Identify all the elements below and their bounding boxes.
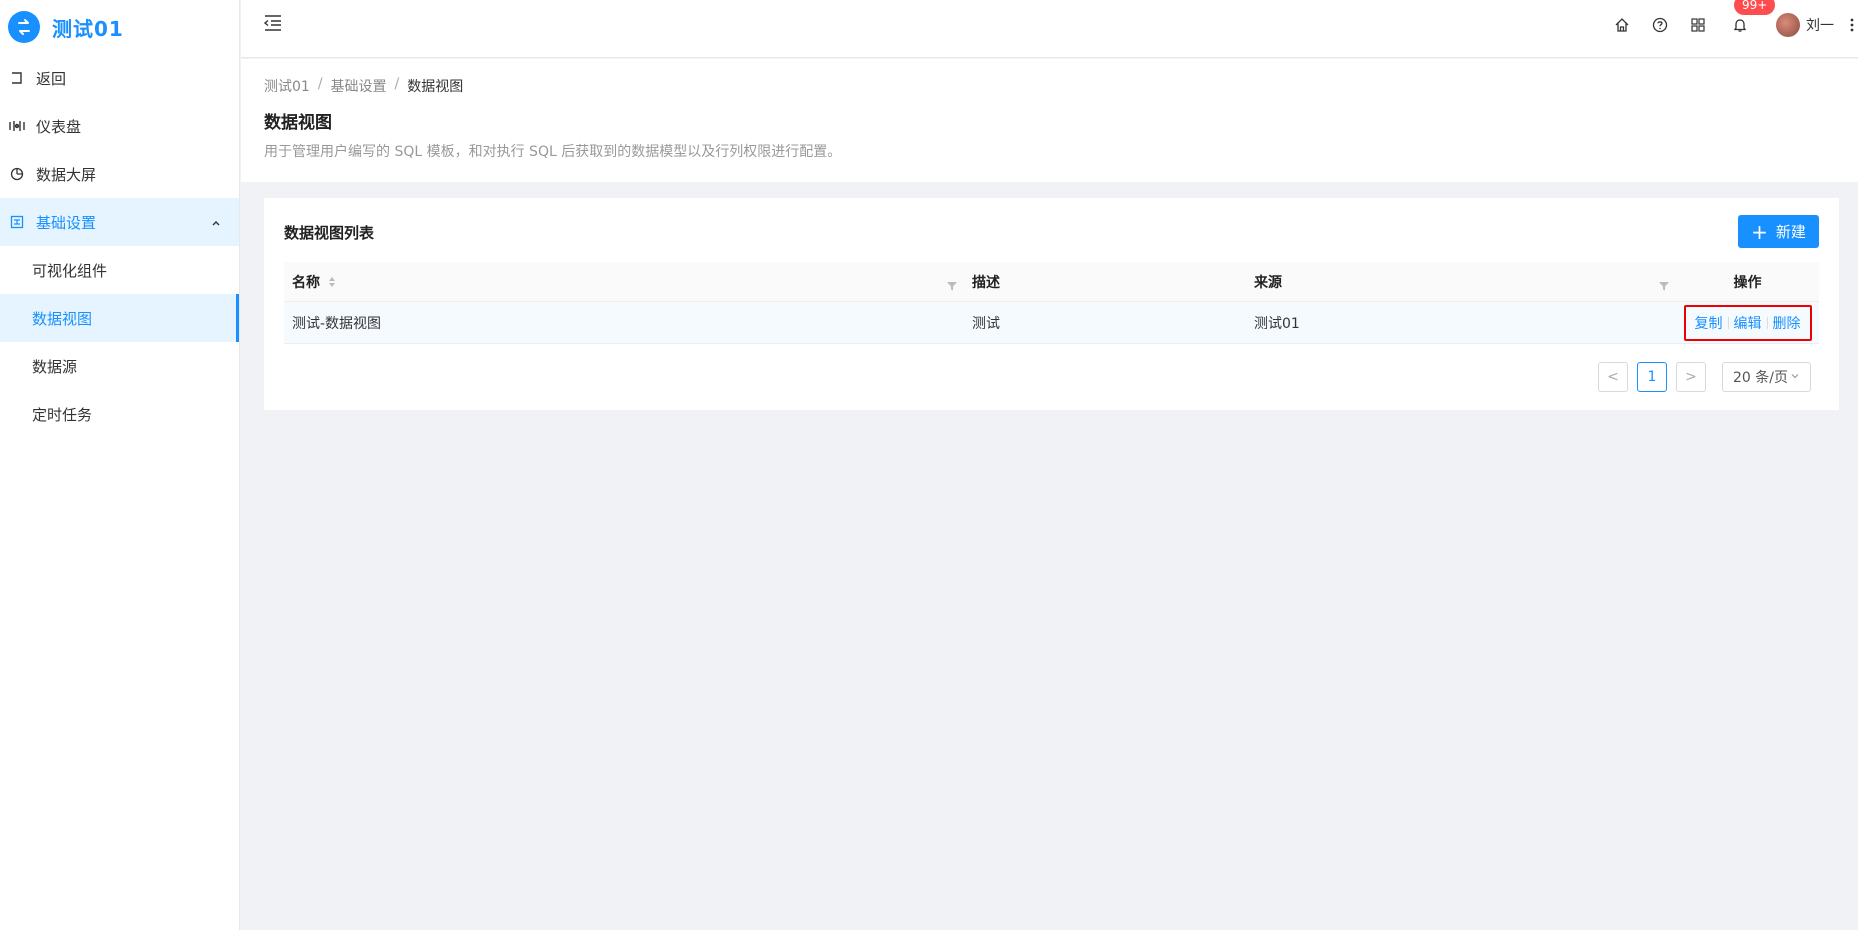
sidebar-item-label: 返回	[36, 69, 67, 88]
chevron-right-icon: >	[1685, 369, 1697, 385]
breadcrumb-separator: /	[317, 76, 323, 92]
sidebar: 测试01 返回 仪表盘 数据大屏 基础设置 可视化组件 数据视图 数据源 定时任…	[0, 0, 240, 930]
cell-actions: 复制 编辑 删除	[1676, 304, 1819, 341]
dashboard-icon	[8, 117, 26, 135]
sidebar-item-big-screen[interactable]: 数据大屏	[0, 150, 239, 198]
prev-page-button[interactable]: <	[1598, 362, 1628, 392]
column-header-label: 来源	[1254, 274, 1282, 291]
top-header: 99+ 刘一	[241, 0, 1858, 58]
breadcrumb-link[interactable]: 测试01	[264, 76, 310, 96]
table-row[interactable]: 测试-数据视图 测试 测试01 复制 编辑 删除	[284, 302, 1819, 344]
delete-link[interactable]: 删除	[1768, 313, 1806, 333]
sidebar-subitem-label: 数据视图	[32, 309, 93, 328]
notification-badge: 99+	[1734, 0, 1776, 15]
app-title: 测试01	[52, 16, 124, 41]
breadcrumb: 测试01 / 基础设置 / 数据视图	[264, 76, 463, 96]
column-header-name[interactable]: 名称	[284, 272, 964, 292]
page-title: 数据视图	[264, 113, 332, 133]
username[interactable]: 刘一	[1806, 15, 1834, 35]
column-header-source[interactable]: 来源	[1246, 272, 1676, 292]
page-description: 用于管理用户编写的 SQL 模板，和对执行 SQL 后获取到的数据模型以及行列权…	[264, 144, 842, 160]
card-title: 数据视图列表	[284, 224, 375, 242]
chevron-left-icon: <	[1607, 369, 1619, 385]
page-size-select[interactable]: 20 条/页	[1722, 362, 1811, 392]
sidebar-item-label: 基础设置	[36, 213, 97, 232]
plus-icon: +	[1751, 219, 1768, 244]
help-icon[interactable]	[1650, 15, 1670, 35]
menu-fold-icon[interactable]	[263, 13, 283, 33]
sidebar-subitem-label: 定时任务	[32, 405, 93, 424]
sidebar-item-scheduled-tasks[interactable]: 定时任务	[0, 390, 239, 438]
sidebar-subitem-label: 数据源	[32, 357, 78, 376]
sidebar-item-basic-settings[interactable]: 基础设置	[0, 198, 239, 246]
page-header: 测试01 / 基础设置 / 数据视图 数据视图 用于管理用户编写的 SQL 模板…	[241, 59, 1858, 182]
more-vertical-icon[interactable]	[1848, 15, 1856, 35]
exit-icon	[8, 69, 26, 87]
logo-icon	[8, 11, 40, 43]
bell-icon[interactable]: 99+	[1730, 0, 1776, 35]
table-header: 名称 描述 来源 操作	[284, 262, 1819, 302]
breadcrumb-link[interactable]: 基础设置	[331, 76, 387, 96]
sidebar-item-data-view[interactable]: 数据视图	[0, 294, 239, 342]
filter-icon[interactable]	[1658, 280, 1670, 296]
data-view-list-card: 数据视图列表 + 新建 名称 描述 来源 操作 测试-数据视图 测试 测试01 …	[264, 198, 1839, 410]
sidebar-item-dashboard[interactable]: 仪表盘	[0, 102, 239, 150]
apps-grid-icon[interactable]	[1688, 15, 1708, 35]
new-button-label: 新建	[1775, 223, 1806, 241]
cell-desc: 测试	[972, 315, 1000, 332]
page-size-value: 20 条/页	[1733, 370, 1788, 386]
avatar[interactable]	[1776, 13, 1800, 37]
sidebar-item-label: 仪表盘	[36, 117, 82, 136]
row-actions-highlight: 复制 编辑 删除	[1683, 304, 1812, 341]
sidebar-item-label: 数据大屏	[36, 165, 97, 184]
sidebar-item-visual-components[interactable]: 可视化组件	[0, 246, 239, 294]
app-logo[interactable]: 测试01	[0, 0, 239, 54]
pie-icon	[8, 165, 26, 183]
cell-source: 测试01	[1254, 315, 1300, 332]
breadcrumb-current: 数据视图	[407, 79, 464, 95]
settings-grid-icon	[8, 213, 26, 231]
breadcrumb-separator: /	[394, 76, 400, 92]
filter-icon[interactable]	[946, 280, 958, 296]
copy-link[interactable]: 复制	[1690, 313, 1728, 333]
column-header-actions: 操作	[1733, 274, 1762, 291]
next-page-button[interactable]: >	[1676, 362, 1706, 392]
sidebar-subitem-label: 可视化组件	[32, 261, 108, 280]
pagination: < 1 > 20 条/页	[1589, 362, 1811, 392]
sidebar-item-back[interactable]: 返回	[0, 54, 239, 102]
sort-icon[interactable]	[328, 276, 336, 288]
chevron-up-icon	[211, 214, 221, 232]
header-actions: 99+ 刘一	[1594, 0, 1858, 50]
column-header-label: 名称	[292, 274, 320, 291]
sidebar-item-data-source[interactable]: 数据源	[0, 342, 239, 390]
new-button[interactable]: + 新建	[1738, 215, 1819, 248]
chevron-down-icon	[1790, 369, 1800, 385]
cell-name: 测试-数据视图	[292, 315, 382, 332]
home-icon[interactable]	[1612, 15, 1632, 35]
column-header-desc: 描述	[972, 274, 1000, 291]
edit-link[interactable]: 编辑	[1729, 313, 1767, 333]
data-view-table: 名称 描述 来源 操作 测试-数据视图 测试 测试01 复制 编辑 删除	[284, 262, 1819, 344]
page-number-button[interactable]: 1	[1637, 362, 1667, 392]
